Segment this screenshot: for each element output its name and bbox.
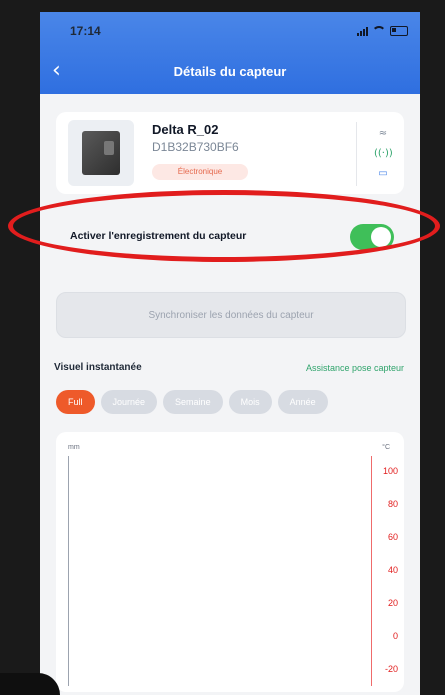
- phone-screen: 17:14 ‹ Détails du capteur Delta R_02 D1…: [40, 12, 420, 695]
- wifi-icon: [372, 26, 386, 36]
- period-chips: Full Journée Semaine Mois Année: [56, 390, 328, 414]
- record-toggle-row: Activer l'enregistrement du capteur: [56, 224, 404, 254]
- sensor-type-badge: Électronique: [152, 164, 248, 180]
- sensor-device-icon: [82, 131, 120, 175]
- tick-label: 100: [382, 466, 398, 476]
- sensor-card[interactable]: Delta R_02 D1B32B730BF6 Électronique ≈ (…: [56, 112, 404, 194]
- sensor-thumbnail: [68, 120, 134, 186]
- record-toggle-label: Activer l'enregistrement du capteur: [70, 230, 247, 242]
- chart-unit-right: °C: [382, 444, 390, 451]
- app-header: 17:14 ‹ Détails du capteur: [40, 12, 420, 94]
- tick-label: 0: [392, 631, 398, 641]
- page-title: Détails du capteur: [173, 64, 287, 79]
- chip-full[interactable]: Full: [56, 390, 95, 414]
- signal-icon: [357, 26, 368, 36]
- wifi-small-icon: ≈: [378, 128, 388, 139]
- record-toggle[interactable]: [350, 224, 394, 250]
- sync-button[interactable]: Synchroniser les données du capteur: [56, 292, 406, 338]
- chip-annee[interactable]: Année: [277, 390, 328, 414]
- sensor-id: D1B32B730BF6: [152, 140, 239, 154]
- chart-card: mm °C 100 80 60 40 20 0 -20: [56, 432, 404, 692]
- bluetooth-wave-icon: ((·)): [374, 148, 393, 159]
- chart-axis-left: [68, 456, 69, 686]
- status-icons: [357, 26, 408, 36]
- device-corner: [0, 673, 60, 695]
- sensor-status-icons: ≈ ((·)) ▭: [374, 124, 393, 184]
- tick-label: 80: [387, 499, 398, 509]
- chip-semaine[interactable]: Semaine: [163, 390, 223, 414]
- tick-label: 60: [387, 532, 398, 542]
- chip-mois[interactable]: Mois: [228, 390, 272, 414]
- tick-label: 20: [387, 598, 398, 608]
- card-divider: [356, 122, 357, 186]
- status-time: 17:14: [70, 24, 101, 38]
- chart-right-ticks: 100 80 60 40 20 0 -20: [370, 454, 398, 684]
- battery-small-icon: ▭: [378, 168, 388, 179]
- chart-unit-left: mm: [68, 444, 80, 451]
- battery-icon: [390, 26, 408, 36]
- section-title: Visuel instantanée: [54, 362, 142, 373]
- assistance-link[interactable]: Assistance pose capteur: [306, 363, 404, 373]
- sensor-name: Delta R_02: [152, 122, 219, 137]
- tick-label: 40: [387, 565, 398, 575]
- tick-label: -20: [384, 664, 398, 674]
- chip-journee[interactable]: Journée: [100, 390, 158, 414]
